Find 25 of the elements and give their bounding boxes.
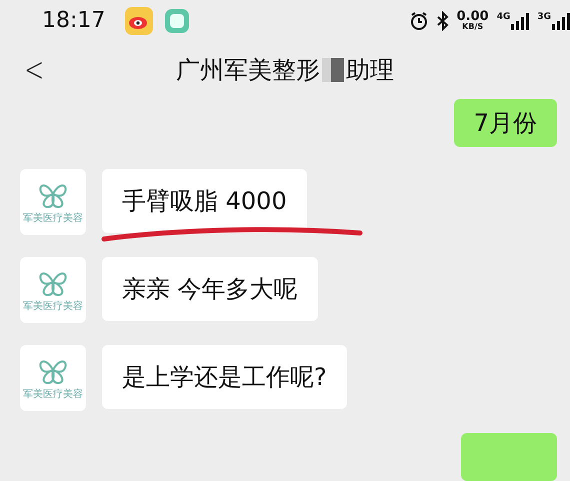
- blurred-text: [322, 58, 344, 82]
- message-bubble: 亲亲 今年多大呢: [102, 257, 318, 321]
- message-bubble: 7月份: [454, 99, 557, 147]
- speed-unit: KB/S: [462, 23, 484, 32]
- back-button[interactable]: <: [24, 50, 44, 90]
- eye-app-icon: [125, 6, 154, 35]
- chat-title: 助理: [346, 55, 394, 86]
- signal-icon: [552, 12, 570, 30]
- network-type: 4G: [496, 12, 510, 22]
- logo-caption: 军美医疗美容: [23, 300, 83, 313]
- chat-title: 广州军美整形: [176, 55, 320, 86]
- avatar-logo[interactable]: 军美医疗美容: [20, 169, 86, 235]
- logo-caption: 军美医疗美容: [23, 212, 83, 225]
- signal-icon: [511, 12, 530, 30]
- speed-value: 0.00: [456, 10, 489, 24]
- clock-time: 18:17: [42, 8, 106, 34]
- alarm-icon: [408, 10, 429, 31]
- message-bubble: 手臂吸脂 4000: [102, 169, 307, 233]
- message-bubble: 是上学还是工作呢?: [102, 345, 347, 409]
- avatar-logo[interactable]: 军美医疗美容: [20, 345, 86, 411]
- app-icon: [165, 8, 190, 33]
- logo-caption: 军美医疗美容: [23, 388, 83, 401]
- bluetooth-icon: [436, 10, 449, 31]
- network-type: 3G: [537, 12, 551, 22]
- avatar-logo[interactable]: 军美医疗美容: [20, 257, 86, 323]
